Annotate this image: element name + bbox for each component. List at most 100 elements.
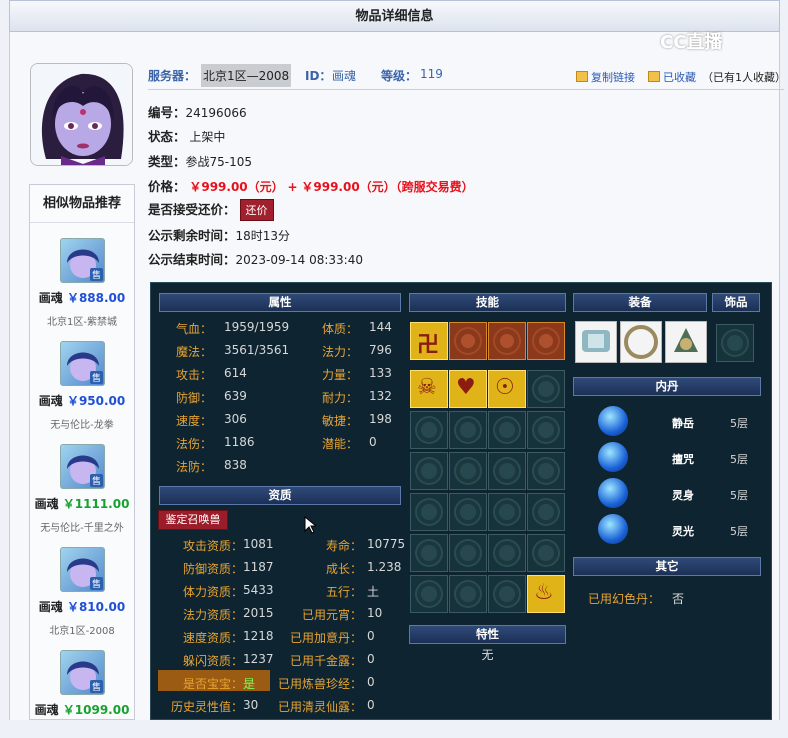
pet-thumb-icon[interactable]: 售 (60, 444, 105, 489)
neidan-lingguang-icon[interactable] (598, 514, 628, 544)
pet-skill-icon[interactable]: ☠ (410, 370, 448, 408)
pet-thumb-icon[interactable]: 售 (60, 341, 105, 386)
zizhi-label: 速度资质： (182, 631, 243, 645)
zizhi-value: 10775 (367, 537, 406, 551)
ring-equip-icon[interactable] (620, 321, 662, 363)
skill-locked-slot[interactable] (488, 322, 526, 360)
skill-empty-slot[interactable] (449, 575, 487, 613)
zizhi-value: 30 (243, 698, 259, 712)
end-value: 2023-09-14 08:33:40 (235, 253, 363, 267)
skill-empty-slot[interactable] (449, 411, 487, 449)
zizhi-label: 法力资质： (182, 608, 243, 622)
skill-locked-slot[interactable] (527, 322, 565, 360)
similar-item-1[interactable]: 售 画魂 ￥888.00 北京1区-紫禁城 (30, 223, 134, 328)
trait-header: 特性 (409, 625, 566, 644)
attr-header: 属性 (159, 293, 401, 312)
skill-empty-slot[interactable] (488, 493, 526, 531)
skill-empty-slot[interactable] (410, 452, 448, 490)
copy-link-button[interactable]: 复制链接 (576, 69, 635, 85)
skill-empty-slot[interactable] (527, 452, 565, 490)
attr-label: 敏捷： (322, 414, 359, 428)
cross-price-value: ￥999.00（元）（跨服交易费） (301, 180, 474, 194)
collar-equip-icon[interactable] (665, 321, 707, 363)
attr-value: 3561/3561 (224, 343, 290, 357)
jewel-header: 饰品 (712, 293, 760, 312)
pet-thumb-icon[interactable]: 售 (60, 238, 105, 283)
copy-link-label: 复制链接 (591, 71, 635, 84)
pet-skill-icon[interactable]: ♥ (449, 370, 487, 408)
attr-value: 614 (224, 366, 247, 380)
item-price: ￥888.00 (66, 291, 126, 305)
counter-offer-button[interactable]: 还价 (239, 199, 274, 221)
similar-item-3[interactable]: 售 画魂 ￥1111.00 无与伦比-千里之外 (30, 429, 134, 534)
similar-item-price-line: 画魂 ￥1099.00 (30, 701, 134, 718)
skill-empty-slot[interactable] (527, 534, 565, 572)
attr-label: 潜能： (322, 437, 359, 451)
pet-skill-icon[interactable]: ☉ (488, 370, 526, 408)
skill-empty-slot[interactable] (527, 493, 565, 531)
neidan-name: 静岳 (672, 417, 694, 430)
appraise-button[interactable]: 鉴定召唤兽 (158, 510, 228, 530)
sale-tag: 售 (89, 268, 103, 281)
id-value: 画魂 (332, 69, 357, 83)
huanse-value: 否 (672, 592, 685, 606)
attr-label: 体质： (322, 322, 359, 336)
skill-empty-slot[interactable] (410, 493, 448, 531)
skill-empty-slot[interactable] (410, 534, 448, 572)
similar-item-2[interactable]: 售 画魂 ￥950.00 无与伦比-龙拳 (30, 326, 134, 431)
favorite-button[interactable]: 已收藏 (648, 69, 696, 85)
skill-empty-slot[interactable] (527, 370, 565, 408)
attr-label: 法伤： (176, 437, 213, 451)
pet-thumb-icon[interactable]: 售 (60, 650, 105, 695)
neidan-shanzhou-icon[interactable] (598, 442, 628, 472)
skill-empty-slot[interactable] (449, 534, 487, 572)
armor-equip-icon[interactable] (575, 321, 617, 363)
skill-empty-slot[interactable] (449, 493, 487, 531)
pet-thumb-icon[interactable]: 售 (60, 547, 105, 592)
price-value: ￥999.00（元） (189, 180, 284, 194)
neidan-jingyue-icon[interactable] (598, 406, 628, 436)
pet-skill-icon[interactable]: ♨ (527, 575, 565, 613)
watermark: CC直播 (660, 28, 722, 54)
item-name: 画魂 (34, 497, 59, 511)
skill-empty-slot[interactable] (410, 411, 448, 449)
sale-tag: 售 (89, 474, 103, 487)
attr-label: 魔法： (176, 345, 213, 359)
neidan-header: 内丹 (573, 377, 761, 396)
zizhi-value: 2015 (243, 606, 274, 620)
skill-empty-slot[interactable] (488, 411, 526, 449)
item-price: ￥810.00 (66, 600, 126, 614)
zizhi-value: 10 (367, 606, 383, 620)
skill-empty-slot[interactable] (449, 452, 487, 490)
jewel-empty-slot[interactable] (716, 324, 754, 362)
zizhi-label: 已用加意丹： (289, 631, 362, 645)
skill-glyph-icon: ♥ (456, 375, 476, 400)
remain-label: 公示剩余时间： (148, 228, 236, 243)
similar-item-price-line: 画魂 ￥810.00 (30, 598, 134, 615)
zizhi-value: 1081 (243, 537, 274, 551)
zizhi-header: 资质 (159, 486, 401, 505)
huanse-label: 已用幻色丹： (588, 592, 661, 606)
skill-empty-slot[interactable] (488, 534, 526, 572)
counter-offer-row: 是否接受还价： 还价 (148, 199, 274, 221)
number-label: 编号： (148, 105, 186, 120)
favorite-label: 已收藏 (663, 71, 696, 84)
attr-value: 133 (369, 366, 392, 380)
zizhi-value: 0 (367, 629, 375, 643)
pet-skill-icon[interactable]: 卍 (410, 322, 448, 360)
item-price: ￥950.00 (66, 394, 126, 408)
zizhi-value: 1237 (243, 652, 274, 666)
similar-item-5[interactable]: 售 画魂 ￥1099.00 (30, 635, 134, 738)
neidan-name: 灵身 (672, 489, 694, 502)
skill-empty-slot[interactable] (527, 411, 565, 449)
item-name: 画魂 (34, 703, 59, 717)
attr-label: 法防： (176, 460, 213, 474)
skill-empty-slot[interactable] (410, 575, 448, 613)
skill-empty-slot[interactable] (488, 452, 526, 490)
neidan-lingshen-icon[interactable] (598, 478, 628, 508)
zizhi-value: 0 (367, 698, 375, 712)
similar-item-4[interactable]: 售 画魂 ￥810.00 北京1区-2008 (30, 532, 134, 637)
similar-items-title: 相似物品推荐 (30, 185, 134, 223)
skill-empty-slot[interactable] (488, 575, 526, 613)
skill-locked-slot[interactable] (449, 322, 487, 360)
